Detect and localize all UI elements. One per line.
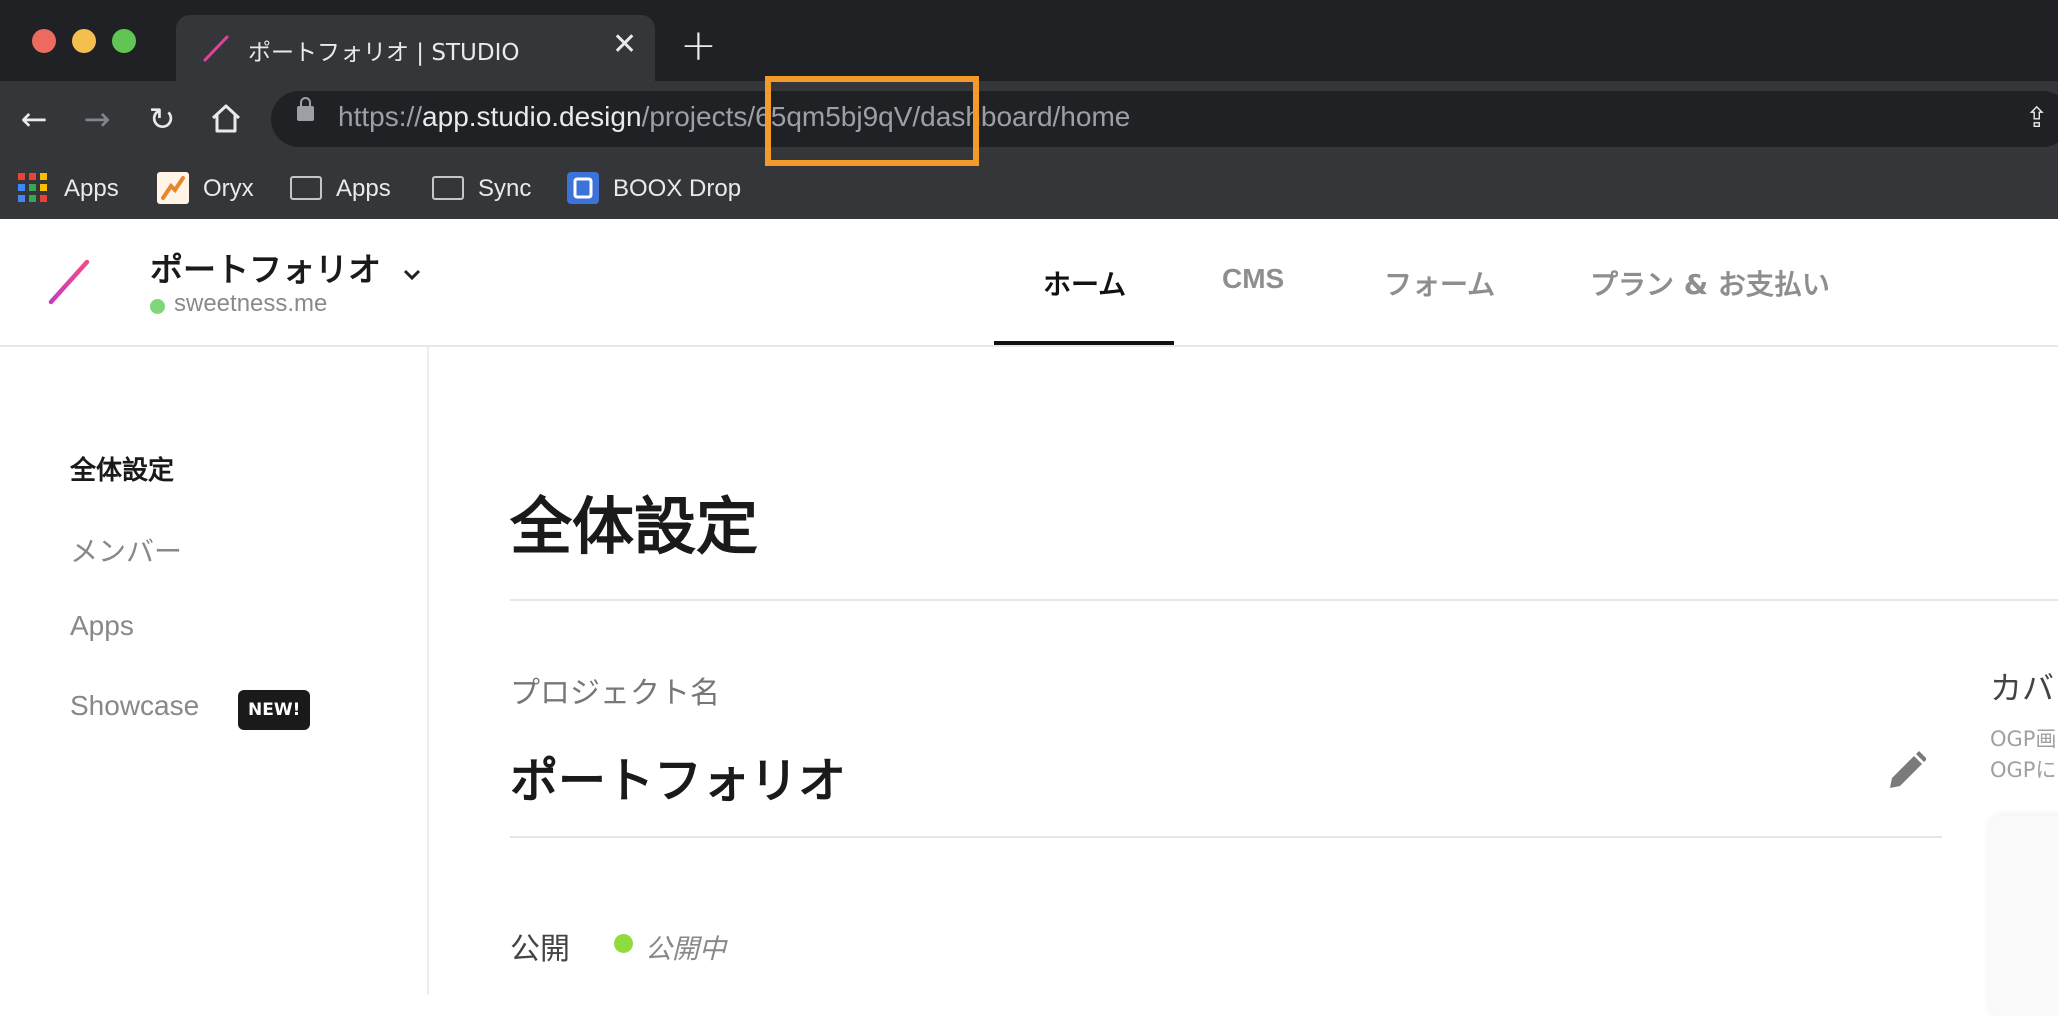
chevron-down-icon[interactable] xyxy=(400,266,424,284)
reload-icon[interactable]: ↻ xyxy=(138,95,186,143)
folder-icon xyxy=(290,175,322,200)
publish-status: 公開中 xyxy=(645,934,726,965)
tab-forms[interactable]: フォーム xyxy=(1384,263,1495,303)
bookmark-oryx[interactable]: Oryx xyxy=(157,166,254,212)
bookmark-apps[interactable]: Apps xyxy=(18,166,119,212)
home-icon[interactable] xyxy=(209,102,243,134)
apps-grid-icon xyxy=(18,172,47,202)
back-icon[interactable]: ← xyxy=(10,95,58,143)
studio-favicon-icon xyxy=(203,35,229,62)
project-name-value: ポートフォリオ xyxy=(510,753,847,809)
new-badge: NEW! xyxy=(238,690,311,730)
site-status-dot xyxy=(150,299,165,314)
tab-plan-billing[interactable]: プラン & お支払い xyxy=(1590,263,1830,303)
minimize-window-button[interactable] xyxy=(72,29,96,53)
new-tab-icon[interactable]: + xyxy=(680,24,717,68)
site-domain[interactable]: sweetness.me xyxy=(174,290,327,318)
sidebar-item-general[interactable]: 全体設定 xyxy=(70,450,174,487)
close-window-button[interactable] xyxy=(32,29,56,53)
ogp-description-line: OGP画 xyxy=(1990,727,2057,751)
page-title: 全体設定 xyxy=(510,490,759,563)
tab-cms[interactable]: CMS xyxy=(1222,263,1284,295)
oryx-icon xyxy=(157,171,189,204)
tab-title: ポートフォリオ | STUDIO xyxy=(248,40,520,66)
active-tab-indicator xyxy=(994,341,1174,345)
settings-sidebar xyxy=(0,347,429,994)
cover-image-label: カバ xyxy=(1990,669,2055,707)
publish-status-dot xyxy=(614,934,633,953)
bookmark-folder-apps[interactable]: Apps xyxy=(290,166,391,212)
sidebar-item-members[interactable]: メンバー xyxy=(70,530,182,570)
cover-image-upload[interactable] xyxy=(1990,816,2058,1016)
url-text[interactable]: https://app.studio.design/projects/65qm5… xyxy=(338,101,1130,133)
forward-icon[interactable]: → xyxy=(73,95,121,143)
project-title[interactable]: ポートフォリオ xyxy=(150,243,381,291)
sidebar-item-apps[interactable]: Apps xyxy=(70,610,134,642)
url-highlight-box xyxy=(765,76,979,166)
folder-icon xyxy=(432,175,464,200)
bookmark-label: Oryx xyxy=(203,175,254,202)
bookmark-label: Apps xyxy=(336,175,391,202)
bookmark-label: Apps xyxy=(64,175,119,202)
sidebar-item-showcase[interactable]: Showcase xyxy=(70,690,199,722)
maximize-window-button[interactable] xyxy=(112,29,136,53)
bookmark-boox-drop[interactable]: BOOX Drop xyxy=(567,166,741,212)
boox-drop-icon xyxy=(567,171,599,204)
bookmark-folder-sync[interactable]: Sync xyxy=(432,166,531,212)
bookmark-label: Sync xyxy=(478,175,532,202)
share-icon[interactable]: ⇪ xyxy=(2025,101,2048,134)
divider xyxy=(510,599,2058,601)
pencil-edit-icon[interactable] xyxy=(1886,748,1926,792)
tab-home[interactable]: ホーム xyxy=(1043,263,1126,303)
publish-label: 公開 xyxy=(510,932,570,967)
ogp-description-line: OGPに xyxy=(1990,758,2057,782)
tab-close-icon[interactable]: ✕ xyxy=(612,28,637,62)
studio-logo-icon[interactable] xyxy=(46,258,92,306)
project-name-label: プロジェクト名 xyxy=(510,676,720,711)
divider xyxy=(510,836,1942,838)
bookmark-label: BOOX Drop xyxy=(613,175,742,202)
lock-icon[interactable] xyxy=(297,97,314,121)
